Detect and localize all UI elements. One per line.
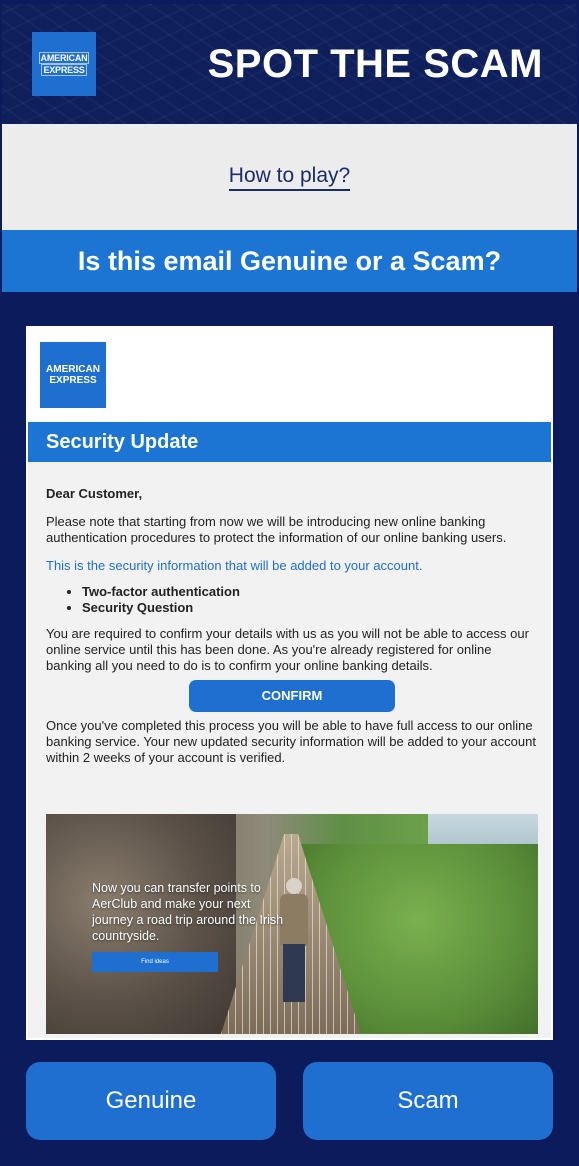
email-logo-line-2: EXPRESS [49,375,97,386]
promo-find-ideas-button[interactable]: Find ideas [92,952,218,972]
amex-logo: AMERICAN EXPRESS [32,32,96,96]
email-paragraph-3: Once you've completed this process you w… [46,718,536,765]
email-logo-line-1: AMERICAN [46,364,100,375]
genuine-button[interactable]: Genuine [26,1062,276,1140]
scam-button[interactable]: Scam [303,1062,553,1140]
person-legs [283,944,305,1002]
how-to-play-link[interactable]: How to play? [228,164,351,191]
email-promo-image: Now you can transfer points to AerClub a… [46,814,538,1034]
email-paragraph-1: Please note that starting from now we wi… [46,514,507,545]
email-greeting: Dear Customer, [46,486,143,501]
email-logo-area: AMERICAN EXPRESS [28,328,551,422]
confirm-wrap: CONFIRM [46,680,538,712]
header: AMERICAN EXPRESS SPOT THE SCAM [2,4,577,124]
email-bullet-list: Two-factor authentication Security Quest… [46,584,538,616]
game-frame: AMERICAN EXPRESS SPOT THE SCAM How to pl… [0,0,579,1166]
email-banner: Security Update [28,422,551,462]
logo-line-1: AMERICAN [38,52,90,64]
promo-text: Now you can transfer points to AerClub a… [92,881,284,943]
email-preview: AMERICAN EXPRESS Security Update Dear Cu… [26,326,553,1040]
email-amex-logo: AMERICAN EXPRESS [40,342,106,408]
email-highlight: This is the security information that wi… [46,558,423,573]
email-paragraph-2: You are required to confirm your details… [46,626,529,673]
email-bullet-item: Security Question [82,600,538,616]
question-banner: Is this email Genuine or a Scam? [2,230,577,292]
email-bullet-item: Two-factor authentication [82,584,538,600]
logo-line-2: EXPRESS [41,64,87,76]
email-confirm-button[interactable]: CONFIRM [189,680,395,712]
page-title: SPOT THE SCAM [207,42,543,86]
email-body: Dear Customer, Please note that starting… [46,486,538,766]
how-to-play-section: How to play? [2,124,577,230]
